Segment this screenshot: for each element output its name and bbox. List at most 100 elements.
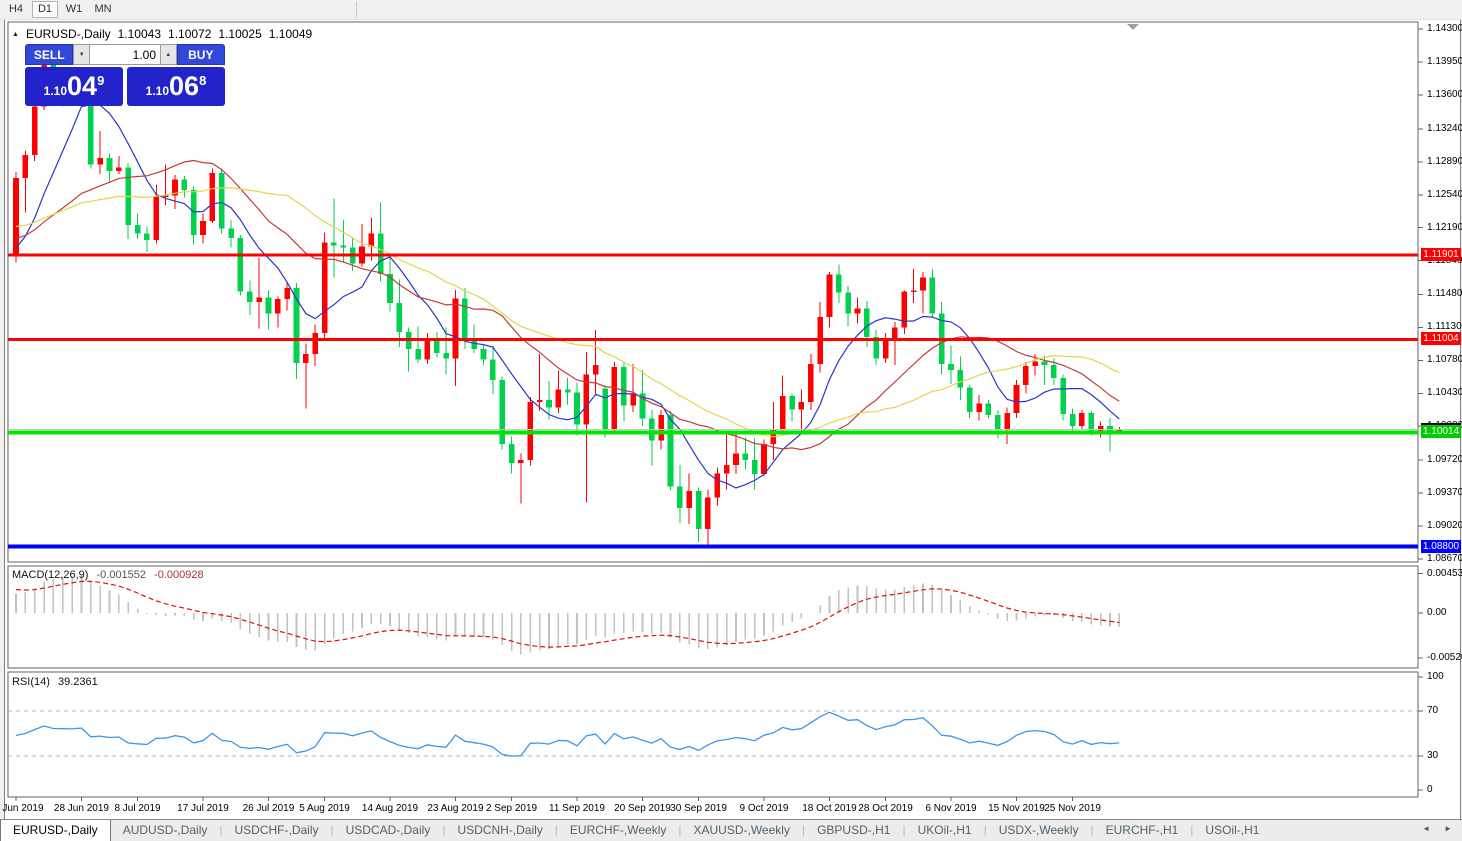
candle-body	[1060, 378, 1066, 414]
tab-usdchf-daily[interactable]: USDCHF-,Daily	[223, 820, 331, 841]
timeframe-h4-button[interactable]: H4	[3, 1, 29, 18]
candle-body	[705, 498, 711, 529]
candle-body	[144, 233, 150, 240]
candle-body	[976, 404, 982, 412]
tab-nav-left-icon[interactable]: ◄	[1422, 824, 1430, 833]
lot-size-input[interactable]	[90, 44, 160, 65]
tab-usdcnh-daily[interactable]: USDCNH-,Daily	[445, 820, 554, 841]
candle-body	[518, 460, 524, 463]
tab-eurusd-daily[interactable]: EURUSD-,Daily	[0, 820, 111, 841]
price-axis-label: 1.08670	[1427, 553, 1462, 564]
candle-body	[434, 341, 440, 353]
candle-body	[275, 299, 281, 313]
lot-decrease-button[interactable]: ▼	[73, 44, 90, 65]
candle-body	[761, 444, 767, 474]
price-badge-1.08800: 1.08800	[1421, 540, 1461, 553]
candle-body	[116, 167, 122, 171]
candle-body	[238, 238, 244, 292]
price-axis-label: 1.10780	[1427, 354, 1462, 365]
timeframe-mn-button[interactable]: MN	[90, 1, 116, 18]
sell-price-prefix: 1.10	[44, 84, 67, 98]
candle-body	[677, 486, 683, 508]
candle-body	[312, 333, 318, 354]
macd-value-signal: -0.000928	[154, 569, 204, 581]
price-axis-label: 1.09020	[1427, 520, 1462, 531]
date-axis-label: 26 Jul 2019	[243, 803, 295, 814]
candle-body	[612, 367, 618, 430]
candle-body	[780, 396, 786, 430]
rsi-axis-label: 70	[1427, 705, 1438, 716]
candle-body	[266, 297, 272, 313]
sell-price-box[interactable]: 1.10 04 9	[25, 67, 123, 106]
candle-body	[1004, 413, 1010, 429]
candle-body	[453, 298, 459, 358]
tab-usoil-h1[interactable]: USOil-,H1	[1193, 820, 1271, 841]
buy-button[interactable]: BUY	[177, 44, 225, 65]
sell-button[interactable]: SELL	[25, 44, 73, 65]
rsi-label: RSI(14) 39.2361	[12, 676, 98, 688]
candle-body	[602, 389, 608, 430]
sell-price-pip: 9	[97, 73, 104, 88]
candle-body	[724, 465, 730, 473]
candle-body	[1070, 414, 1076, 426]
candle-body	[556, 390, 562, 408]
tab-gbpusd-h1[interactable]: GBPUSD-,H1	[805, 820, 902, 841]
candle-body	[1042, 361, 1048, 365]
tab-ukoil-h1[interactable]: UKOil-,H1	[906, 820, 984, 841]
buy-price-box[interactable]: 1.10 06 8	[127, 67, 225, 106]
rsi-axis-label: 100	[1427, 671, 1444, 682]
price-axis-label: 1.09370	[1427, 487, 1462, 498]
candle-body	[13, 178, 19, 255]
candle-body	[836, 275, 842, 293]
candle-body	[658, 415, 664, 440]
price-axis-label: 1.10430	[1427, 387, 1462, 398]
panel-frame-1	[8, 566, 1418, 668]
candle-body	[443, 353, 449, 359]
candle-body	[425, 341, 431, 360]
candle-body	[808, 364, 814, 402]
tab-nav-right-icon[interactable]: ►	[1444, 824, 1452, 833]
lot-increase-button[interactable]: ▲	[160, 44, 177, 65]
candle-body	[135, 225, 141, 233]
tab-usdx-weekly[interactable]: USDX-,Weekly	[987, 820, 1091, 841]
candle-body	[621, 367, 627, 406]
candle-body	[210, 173, 216, 221]
date-axis-label: 5 Aug 2019	[299, 803, 350, 814]
candle-body	[462, 298, 468, 338]
tab-usdcad-daily[interactable]: USDCAD-,Daily	[334, 820, 443, 841]
tab-eurchf-h1[interactable]: EURCHF-,H1	[1094, 820, 1191, 841]
ohlc-high: 1.10072	[168, 27, 211, 41]
candle-body	[967, 388, 973, 412]
candle-body	[883, 341, 889, 359]
tab-xauusd-weekly[interactable]: XAUUSD-,Weekly	[681, 820, 801, 841]
candle-body	[901, 292, 907, 328]
candle-body	[303, 354, 309, 363]
sell-price-main: 04	[67, 71, 97, 102]
price-axis-label: 1.13950	[1427, 56, 1462, 67]
timeframe-toolbar: H4 D1 W1 MN	[0, 0, 1462, 20]
candle-body	[1014, 385, 1020, 413]
timeframe-d1-button[interactable]: D1	[32, 1, 58, 18]
symbol-tab-bar: EURUSD-,DailyAUDUSD-,Daily|USDCHF-,Daily…	[0, 819, 1462, 841]
candle-body	[752, 460, 758, 474]
chart-shift-icon[interactable]	[1127, 24, 1139, 30]
date-axis-label: 18 Oct 2019	[802, 803, 856, 814]
panel-frame-2	[8, 672, 1418, 797]
buy-price-main: 06	[169, 71, 199, 102]
price-axis-label: 1.12190	[1427, 222, 1462, 233]
date-axis-label: 23 Aug 2019	[427, 803, 483, 814]
candle-body	[864, 309, 870, 337]
symbol-period-label: EURUSD-,Daily	[26, 27, 111, 41]
price-axis-label: 1.13600	[1427, 89, 1462, 100]
chevron-down-icon: ▼	[79, 52, 85, 58]
chevron-up-icon: ▲	[165, 52, 171, 58]
candle-body	[97, 158, 103, 165]
tab-audusd-daily[interactable]: AUDUSD-,Daily	[111, 820, 220, 841]
candle-body	[107, 158, 113, 171]
tab-eurchf-weekly[interactable]: EURCHF-,Weekly	[558, 820, 678, 841]
timeframe-w1-button[interactable]: W1	[61, 1, 87, 18]
date-axis-label: 2 Sep 2019	[486, 803, 537, 814]
macd-axis-label: -0.005205	[1427, 652, 1462, 663]
candle-body	[799, 402, 805, 410]
collapse-arrow-icon[interactable]: ▲	[12, 31, 19, 38]
